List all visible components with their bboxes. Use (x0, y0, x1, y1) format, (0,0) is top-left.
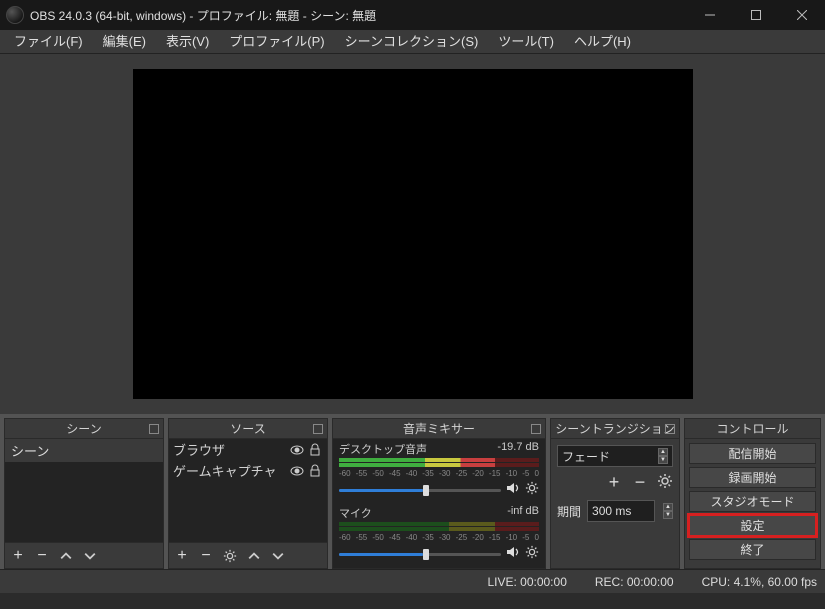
scenes-title: シーン (66, 420, 101, 437)
transition-select[interactable]: フェード ▲▼ (557, 445, 673, 467)
maximize-button[interactable] (733, 0, 779, 30)
start-streaming-button[interactable]: 配信開始 (689, 443, 816, 464)
chevron-up-icon[interactable]: ▲ (658, 448, 668, 456)
status-cpu: CPU: 4.1%, 60.00 fps (702, 575, 817, 589)
remove-scene-button[interactable]: − (33, 547, 51, 565)
channel-settings-icon[interactable] (525, 481, 539, 498)
minimize-button[interactable] (687, 0, 733, 30)
window-title: OBS 24.0.3 (64-bit, windows) - プロファイル: 無… (30, 7, 687, 24)
preview-area (0, 54, 825, 414)
meter-ticks: -60-55-50-45-40-35-30-25-20-15-10-50 (339, 469, 539, 478)
add-scene-button[interactable]: + (9, 547, 27, 565)
add-transition-button[interactable]: + (605, 474, 623, 492)
remove-transition-button[interactable]: − (631, 474, 649, 492)
exit-button[interactable]: 終了 (689, 539, 816, 560)
chevron-down-icon[interactable]: ▼ (658, 456, 668, 464)
duration-label: 期間 (557, 503, 581, 520)
status-live: LIVE: 00:00:00 (487, 575, 566, 589)
speaker-icon[interactable] (505, 480, 521, 499)
lock-icon[interactable] (307, 463, 323, 479)
mixer-title: 音声ミキサー (403, 420, 475, 437)
source-properties-button[interactable] (221, 547, 239, 565)
scene-item[interactable]: シーン (5, 439, 163, 462)
menu-tools[interactable]: ツール(T) (488, 30, 564, 54)
menu-help[interactable]: ヘルプ(H) (564, 30, 641, 54)
chevron-down-icon[interactable]: ▼ (663, 511, 673, 519)
source-up-button[interactable] (245, 547, 263, 565)
scene-up-button[interactable] (57, 547, 75, 565)
lock-icon[interactable] (307, 442, 323, 458)
mixer-dock: 音声ミキサー デスクトップ音声-19.7 dB -60-55-50-45-40-… (332, 418, 546, 569)
docks-container: シーン シーン + − ソース ブラウザ ゲームキャプチャ + (0, 414, 825, 569)
undock-icon[interactable] (665, 424, 675, 434)
audio-meter (339, 458, 539, 469)
speaker-icon[interactable] (505, 544, 521, 563)
undock-icon[interactable] (149, 424, 159, 434)
chevron-up-icon[interactable]: ▲ (663, 503, 673, 511)
studio-mode-button[interactable]: スタジオモード (689, 491, 816, 512)
mixer-channel: デスクトップ音声-19.7 dB -60-55-50-45-40-35-30-2… (333, 439, 545, 503)
close-button[interactable] (779, 0, 825, 30)
duration-input[interactable]: 300 ms (587, 500, 655, 522)
obs-logo-icon (6, 6, 24, 24)
add-source-button[interactable]: + (173, 547, 191, 565)
menubar: ファイル(F) 編集(E) 表示(V) プロファイル(P) シーンコレクション(… (0, 30, 825, 54)
transitions-title: シーントランジション (555, 420, 674, 437)
preview-canvas[interactable] (133, 69, 693, 399)
mixer-channel: マイク-inf dB -60-55-50-45-40-35-30-25-20-1… (333, 503, 545, 567)
menu-file[interactable]: ファイル(F) (4, 30, 93, 54)
menu-view[interactable]: 表示(V) (156, 30, 219, 54)
undock-icon[interactable] (313, 424, 323, 434)
transitions-dock: シーントランジション フェード ▲▼ + − 期間 300 ms ▲▼ (550, 418, 680, 569)
meter-ticks: -60-55-50-45-40-35-30-25-20-15-10-50 (339, 533, 539, 542)
status-rec: REC: 00:00:00 (595, 575, 674, 589)
menu-scene-collection[interactable]: シーンコレクション(S) (335, 30, 489, 54)
scenes-dock: シーン シーン + − (4, 418, 164, 569)
volume-slider[interactable] (339, 547, 501, 561)
controls-title: コントロール (716, 420, 788, 437)
channel-settings-icon[interactable] (525, 545, 539, 562)
sources-dock: ソース ブラウザ ゲームキャプチャ + − (168, 418, 328, 569)
sources-list[interactable]: ブラウザ ゲームキャプチャ (169, 439, 327, 542)
titlebar: OBS 24.0.3 (64-bit, windows) - プロファイル: 無… (0, 0, 825, 30)
audio-meter (339, 522, 539, 533)
sources-title: ソース (230, 420, 265, 437)
transition-settings-icon[interactable] (657, 473, 673, 492)
mixer-body: デスクトップ音声-19.7 dB -60-55-50-45-40-35-30-2… (333, 439, 545, 568)
controls-dock: コントロール 配信開始 録画開始 スタジオモード 設定 終了 (684, 418, 821, 569)
settings-button[interactable]: 設定 (689, 515, 816, 536)
visibility-icon[interactable] (289, 463, 305, 479)
menu-edit[interactable]: 編集(E) (93, 30, 156, 54)
undock-icon[interactable] (531, 424, 541, 434)
source-item[interactable]: ゲームキャプチャ (169, 460, 327, 481)
source-item[interactable]: ブラウザ (169, 439, 327, 460)
start-recording-button[interactable]: 録画開始 (689, 467, 816, 488)
statusbar: LIVE: 00:00:00 REC: 00:00:00 CPU: 4.1%, … (0, 569, 825, 593)
scenes-list[interactable]: シーン (5, 439, 163, 542)
menu-profile[interactable]: プロファイル(P) (219, 30, 334, 54)
scene-down-button[interactable] (81, 547, 99, 565)
volume-slider[interactable] (339, 483, 501, 497)
visibility-icon[interactable] (289, 442, 305, 458)
source-down-button[interactable] (269, 547, 287, 565)
remove-source-button[interactable]: − (197, 547, 215, 565)
